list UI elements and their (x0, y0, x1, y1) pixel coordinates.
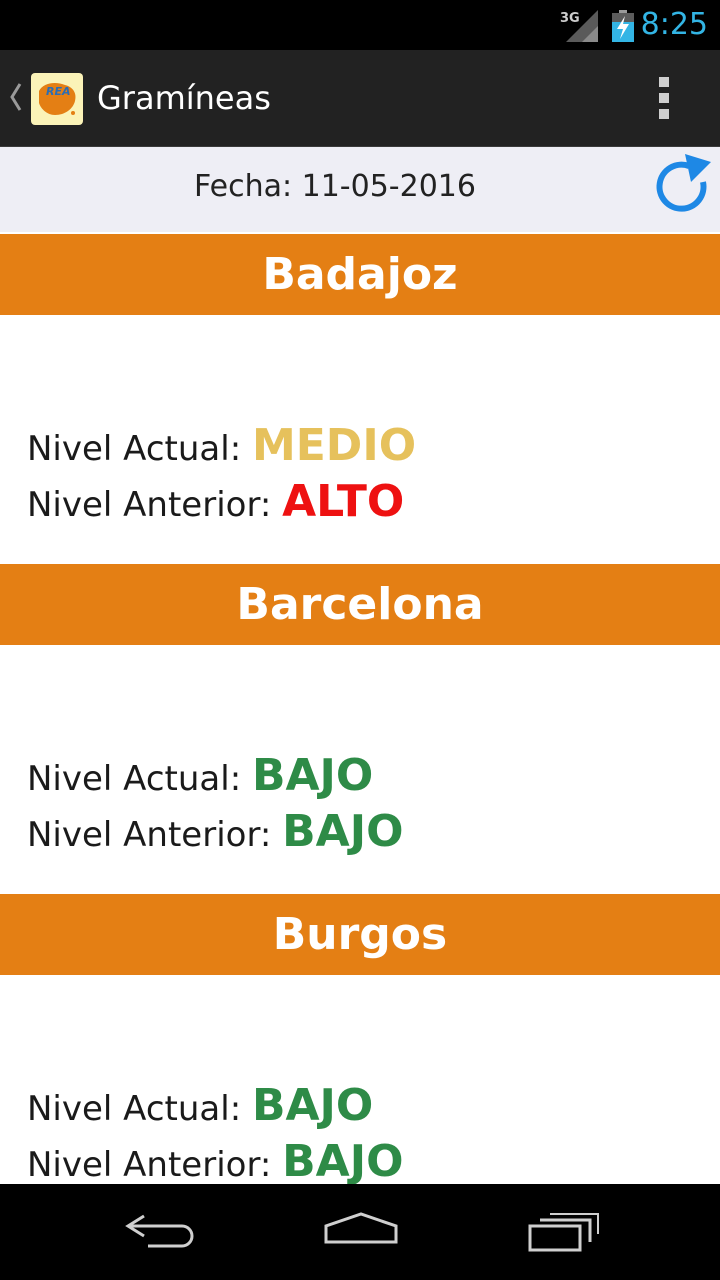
clock: 8:25 (640, 7, 708, 42)
current-level-row: Nivel Actual: MEDIO (27, 420, 416, 471)
city-item: Burgos Nivel Actual: BAJO Nivel Anterior… (0, 894, 720, 1184)
status-bar: 3G 8:25 (0, 0, 720, 50)
city-levels: Nivel Actual: BAJO Nivel Anterior: BAJO (0, 975, 720, 1184)
city-header: Badajoz (0, 234, 720, 315)
current-level-row: Nivel Actual: BAJO (27, 1080, 373, 1131)
battery-charging-icon (612, 10, 634, 42)
home-icon[interactable] (316, 1204, 406, 1260)
refresh-icon[interactable] (655, 152, 715, 220)
network-type-label: 3G (560, 11, 580, 26)
current-level-value: BAJO (251, 750, 374, 801)
signal-3g-icon: 3G (560, 10, 598, 42)
rea-logo-icon[interactable]: REA (31, 73, 83, 125)
recent-apps-icon[interactable] (518, 1204, 608, 1260)
overflow-menu-icon[interactable] (646, 74, 682, 122)
current-level-row: Nivel Actual: BAJO (27, 750, 373, 801)
screen-title: Gramíneas (97, 79, 271, 117)
current-level-label: Nivel Actual: (27, 1089, 242, 1129)
city-list[interactable]: Badajoz Nivel Actual: MEDIO Nivel Anteri… (0, 234, 720, 1184)
previous-level-value: ALTO (282, 476, 405, 527)
navigation-bar (0, 1184, 720, 1280)
current-level-value: MEDIO (251, 420, 417, 471)
previous-level-label: Nivel Anterior: (27, 1145, 272, 1184)
previous-level-value: BAJO (282, 806, 404, 857)
current-level-label: Nivel Actual: (27, 429, 242, 469)
previous-level-label: Nivel Anterior: (27, 485, 272, 525)
city-item: Barcelona Nivel Actual: BAJO Nivel Anter… (0, 564, 720, 894)
previous-level-row: Nivel Anterior: ALTO (27, 476, 404, 527)
city-item: Badajoz Nivel Actual: MEDIO Nivel Anteri… (0, 234, 720, 564)
back-icon[interactable] (114, 1204, 204, 1260)
date-bar: Fecha: 11-05-2016 (0, 147, 720, 232)
up-caret-icon[interactable] (8, 80, 24, 114)
action-bar: REA Gramíneas (0, 50, 720, 147)
current-level-value: BAJO (251, 1080, 374, 1131)
previous-level-value: BAJO (282, 1136, 404, 1184)
logo-text: REA (46, 85, 71, 98)
city-header: Burgos (0, 894, 720, 975)
date-label: Fecha: 11-05-2016 (194, 169, 476, 204)
city-levels: Nivel Actual: BAJO Nivel Anterior: BAJO (0, 645, 720, 894)
city-levels: Nivel Actual: MEDIO Nivel Anterior: ALTO (0, 315, 720, 564)
previous-level-row: Nivel Anterior: BAJO (27, 806, 403, 857)
previous-level-row: Nivel Anterior: BAJO (27, 1136, 403, 1184)
previous-level-label: Nivel Anterior: (27, 815, 272, 855)
city-header: Barcelona (0, 564, 720, 645)
current-level-label: Nivel Actual: (27, 759, 242, 799)
